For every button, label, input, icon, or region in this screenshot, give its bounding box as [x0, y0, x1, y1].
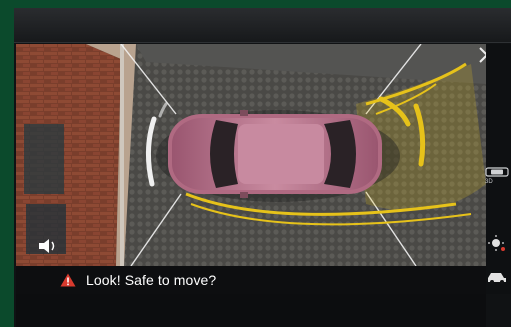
warning-triangle-icon [60, 273, 76, 287]
bottom-bezel [16, 294, 486, 327]
view-mode-label: 3D [485, 179, 493, 185]
warning-message: Look! Safe to move? [86, 272, 217, 288]
brightness-button[interactable] [485, 234, 507, 252]
car-settings-icon [488, 273, 506, 284]
warning-bar: Look! Safe to move? [16, 266, 486, 294]
car-settings-button[interactable] [485, 268, 509, 286]
ego-car [168, 110, 382, 198]
window [24, 124, 64, 194]
camera-scene [16, 44, 486, 266]
parking-camera-view [16, 44, 486, 266]
curb [120, 44, 124, 266]
brightness-icon [488, 235, 505, 251]
status-bar [14, 8, 511, 43]
camera-view-icon [485, 167, 509, 177]
speaker-icon[interactable] [38, 238, 60, 254]
